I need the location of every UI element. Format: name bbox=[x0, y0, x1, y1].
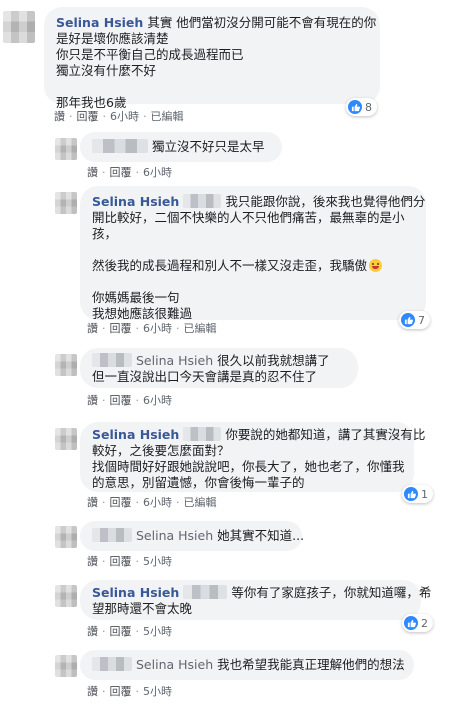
avatar[interactable] bbox=[55, 655, 77, 677]
comment-actions: 讚 · 回覆 · 5小時 bbox=[87, 683, 172, 699]
avatar[interactable] bbox=[55, 192, 77, 214]
comment-text: 我也希望我能真正理解他們的想法 bbox=[217, 657, 405, 672]
reaction-count[interactable]: 7 bbox=[399, 311, 430, 329]
like-link[interactable]: 讚 bbox=[87, 320, 98, 336]
comment-text: 是好是壞你應該清楚 bbox=[56, 31, 169, 46]
reply-link[interactable]: 回覆 bbox=[110, 392, 132, 408]
comment-text: 獨立沒有什麼不好 bbox=[56, 63, 157, 78]
like-link[interactable]: 讚 bbox=[87, 683, 98, 699]
comment-author[interactable]: Selina Hsieh bbox=[92, 585, 179, 600]
comment-actions: 讚 · 回覆 · 5小時 bbox=[87, 553, 172, 569]
comment-author[interactable]: Selina Hsieh bbox=[56, 15, 143, 30]
thumbs-up-icon bbox=[404, 616, 418, 630]
comment-text: 你要說的她都知道，講了其實沒有比 bbox=[225, 427, 426, 442]
reaction-count[interactable]: 1 bbox=[402, 485, 433, 503]
grinning-face-icon bbox=[369, 259, 383, 272]
comment-bubble: Selina Hsieh 其實 他們當初沒分開可能不會有現在的你 是好是壞你應該清… bbox=[44, 7, 380, 110]
timestamp[interactable]: 6小時 bbox=[143, 392, 172, 408]
comment-text: 孩， bbox=[92, 226, 118, 241]
comment-bubble: 獨立沒不好只是太早 bbox=[80, 132, 282, 162]
avatar[interactable] bbox=[3, 11, 35, 43]
comment-text: 她其實不知道... bbox=[217, 528, 305, 543]
comment-actions: 讚 · 回覆 · 6小時 bbox=[87, 392, 172, 408]
comment-bubble: Selina Hsieh 她其實不知道... bbox=[80, 521, 305, 551]
comment-author[interactable]: Selina Hsieh bbox=[92, 194, 179, 209]
comment-text: 開比較好，二個不快樂的人不只他們痛苦，最無辜的是小 bbox=[92, 210, 405, 225]
timestamp[interactable]: 6小時 bbox=[143, 494, 172, 510]
timestamp[interactable]: 5小時 bbox=[143, 683, 172, 699]
comment-actions: 讚 · 回覆 · 6小時 · 已編輯 bbox=[87, 320, 217, 336]
reply-link[interactable]: 回覆 bbox=[110, 164, 132, 180]
comment-bubble: Selina Hsieh 我也希望我能真正理解他們的想法 bbox=[80, 650, 414, 680]
avatar[interactable] bbox=[55, 526, 77, 548]
comment-text: 你只是不平衡自己的成長過程而已 bbox=[56, 47, 244, 62]
comment-bubble: Selina Hsieh 等你有了家庭孩子，你就知道囉，希 望那時還不會太晚 bbox=[80, 580, 431, 620]
like-link[interactable]: 讚 bbox=[87, 164, 98, 180]
redacted-name bbox=[183, 427, 222, 441]
timestamp[interactable]: 5小時 bbox=[143, 553, 172, 569]
comment-text: 的意思，別留遺憾，你會後悔一輩子的 bbox=[92, 475, 305, 490]
avatar[interactable] bbox=[55, 138, 77, 160]
comment-bubble: Selina Hsieh 很久以前我就想講了 但一直沒說出口今天會講是真的忍不住了 bbox=[80, 348, 358, 388]
redacted-name bbox=[92, 139, 148, 153]
reply-link[interactable]: 回覆 bbox=[110, 683, 132, 699]
redacted-name bbox=[92, 528, 132, 542]
tagged-name[interactable]: Selina Hsieh bbox=[136, 528, 213, 543]
thumbs-up-icon bbox=[348, 100, 362, 114]
reply-link[interactable]: 回覆 bbox=[110, 320, 132, 336]
comment-text: 其實 他們當初沒分開可能不會有現在的你 bbox=[147, 15, 377, 30]
reply-link[interactable]: 回覆 bbox=[110, 494, 132, 510]
like-link[interactable]: 讚 bbox=[87, 623, 98, 639]
comment-text: 望那時還不會太晚 bbox=[92, 601, 193, 616]
reaction-count[interactable]: 2 bbox=[402, 614, 433, 632]
tagged-name[interactable]: Selina Hsieh bbox=[136, 353, 213, 368]
comment-text: 但一直沒說出口今天會講是真的忍不住了 bbox=[92, 369, 318, 384]
thumbs-up-icon bbox=[401, 313, 415, 327]
comment-text bbox=[56, 79, 368, 95]
timestamp[interactable]: 6小時 bbox=[143, 164, 172, 180]
like-link[interactable]: 讚 bbox=[87, 553, 98, 569]
comment-text: 然後我的成長過程和別人不一樣又沒走歪，我驕傲 bbox=[92, 258, 368, 273]
redacted-name bbox=[92, 353, 132, 367]
redacted-name bbox=[183, 585, 228, 599]
comment-actions: 讚 · 回覆 · 5小時 bbox=[87, 623, 172, 639]
avatar[interactable] bbox=[55, 354, 77, 376]
timestamp[interactable]: 6小時 bbox=[143, 320, 172, 336]
like-link[interactable]: 讚 bbox=[54, 108, 65, 124]
tagged-name[interactable]: Selina Hsieh bbox=[136, 657, 213, 672]
comment-actions: 讚 · 回覆 · 6小時 · 已編輯 bbox=[87, 494, 217, 510]
like-link[interactable]: 讚 bbox=[87, 494, 98, 510]
comment-text: 很久以前我就想講了 bbox=[217, 353, 330, 368]
timestamp[interactable]: 5小時 bbox=[143, 623, 172, 639]
avatar[interactable] bbox=[55, 428, 77, 450]
thumbs-up-icon bbox=[404, 487, 418, 501]
comment-bubble: Selina Hsieh 你要說的她都知道，講了其實沒有比 較好，之後要怎麼面對？… bbox=[80, 422, 425, 492]
comment-text: 找個時間好好跟她說說吧，你長大了，她也老了，你懂我 bbox=[92, 459, 405, 474]
comment-bubble: Selina Hsieh 我只能跟你說，後來我也覺得他們分 開比較好，二個不快樂的… bbox=[80, 186, 426, 321]
comment-text bbox=[92, 274, 414, 290]
redacted-name bbox=[183, 194, 222, 208]
reply-link[interactable]: 回覆 bbox=[110, 623, 132, 639]
edited-label[interactable]: 已編輯 bbox=[184, 320, 217, 336]
comment-text: 我只能跟你說，後來我也覺得他們分 bbox=[225, 194, 426, 209]
comment-text: 獨立沒不好只是太早 bbox=[152, 139, 265, 154]
edited-label[interactable]: 已編輯 bbox=[151, 108, 184, 124]
redacted-name bbox=[92, 657, 132, 671]
comment-actions: 讚 · 回覆 · 6小時 bbox=[87, 164, 172, 180]
reply-link[interactable]: 回覆 bbox=[110, 553, 132, 569]
comment-text: 等你有了家庭孩子，你就知道囉，希 bbox=[231, 585, 432, 600]
like-link[interactable]: 讚 bbox=[87, 392, 98, 408]
edited-label[interactable]: 已編輯 bbox=[184, 494, 217, 510]
comment-text bbox=[92, 242, 414, 258]
avatar[interactable] bbox=[55, 585, 77, 607]
timestamp[interactable]: 6小時 bbox=[110, 108, 139, 124]
comment-author[interactable]: Selina Hsieh bbox=[92, 427, 179, 442]
comment-actions: 讚 · 回覆 · 6小時 · 已編輯 bbox=[54, 108, 184, 124]
reply-link[interactable]: 回覆 bbox=[77, 108, 99, 124]
reaction-count[interactable]: 8 bbox=[346, 98, 377, 116]
comment-text: 較好，之後要怎麼面對？ bbox=[92, 443, 230, 458]
comment-text: 你媽媽最後一句 bbox=[92, 290, 180, 305]
